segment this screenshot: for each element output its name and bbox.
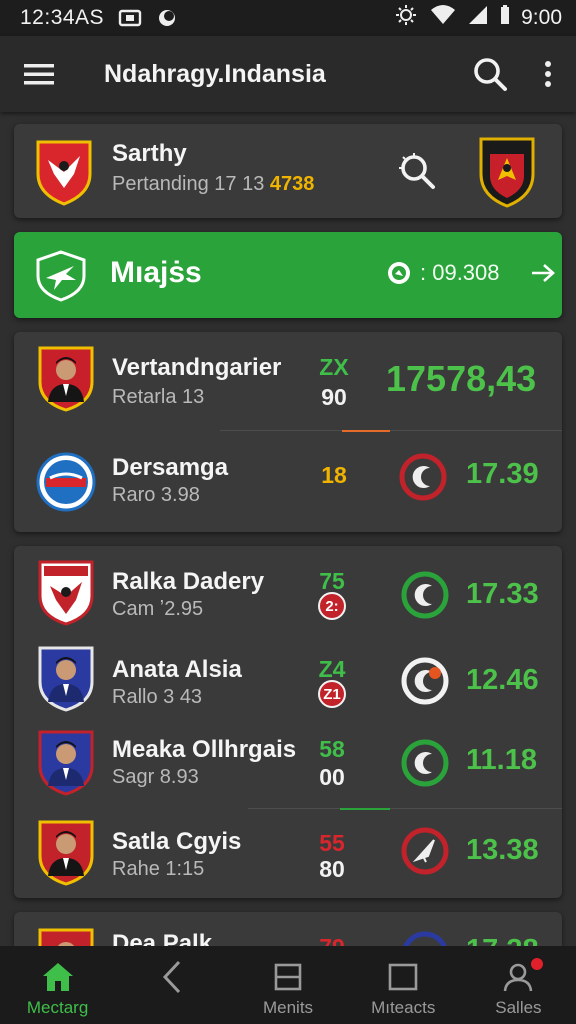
banner-title: Mıajṡs — [110, 256, 202, 289]
row-divider-accent — [340, 808, 390, 810]
banner-plane-icon — [34, 250, 88, 307]
nav-label-menits: Menits — [262, 998, 314, 1017]
status-time: 12:34AS — [20, 6, 105, 29]
row-divider — [220, 430, 562, 431]
nav-item-menits[interactable]: Menits — [230, 946, 345, 1024]
hamburger-menu-icon[interactable] — [24, 62, 54, 86]
notification-dot — [528, 956, 545, 972]
row-team-name: Dersamga — [112, 454, 229, 481]
row-player-sub: Rallo 3 43 — [112, 686, 203, 708]
player-crest-icon — [36, 644, 96, 712]
nav-label-salles: Salles — [495, 998, 542, 1017]
app-bar: Ndahragy.Indansia — [0, 36, 576, 112]
square-icon — [388, 960, 418, 994]
featured-team-highlight: 4738 — [269, 173, 315, 195]
panel-icon — [274, 960, 302, 994]
signal-icon — [467, 4, 489, 32]
more-vert-icon[interactable] — [544, 60, 552, 88]
sync-icon — [156, 7, 178, 29]
row-player-sub: Rahe 1:15 — [112, 858, 205, 880]
row-rank-badge: 2: — [318, 592, 346, 620]
row-player-name: Anata Alsia — [112, 656, 242, 683]
row-team-sub: Raro 3.98 — [112, 484, 200, 506]
player-crest-icon — [36, 818, 96, 886]
team-crest-round-icon — [36, 448, 96, 516]
row-top-stat: 75 — [319, 568, 345, 594]
screenshot-icon — [118, 8, 142, 28]
row-divider-accent — [342, 430, 390, 432]
standings-card-2: Ralka Dadery Cam ʼ2.95 75 2: 17.33 Anata… — [14, 546, 562, 898]
nav-item-salles[interactable]: Salles — [461, 946, 576, 1024]
row-top-stat: 55 — [319, 830, 345, 856]
app-screen: 12:34AS 9:00 Ndahragy.Indansia Sarthy Pe… — [0, 0, 576, 1024]
status-ring-icon — [400, 826, 450, 876]
row-score: 17.39 — [466, 458, 539, 490]
status-bar: 12:34AS 9:00 — [0, 0, 576, 36]
standings-card-1: Vertandngarier Retarla 13 ZX 90 17578,43… — [14, 332, 562, 532]
featured-team-sub: Pertanding 17 13 4738 — [112, 173, 314, 196]
featured-team-name: Sarthy — [112, 140, 187, 167]
nav-label-home: Mectarg — [26, 998, 89, 1017]
row-bottom-stat: 80 — [319, 856, 345, 882]
team-crest-eagle-icon — [34, 138, 94, 206]
row-player-name: Satla Cgyis — [112, 828, 242, 855]
nav-item-home[interactable]: Mectarg — [0, 946, 115, 1024]
row-top-stat: 58 — [319, 736, 345, 762]
app-title: Ndahragy.Indansia — [104, 59, 326, 88]
row-score: 13.38 — [466, 834, 539, 866]
banner-value: : 09.308 — [386, 260, 556, 286]
row-player-name: Meaka Ollhrgais — [112, 736, 297, 763]
featured-team-card[interactable]: Sarthy Pertanding 17 13 4738 — [14, 124, 562, 218]
brightness-icon — [393, 4, 419, 32]
nav-item-back[interactable] — [115, 946, 230, 1024]
status-ring-icon — [400, 656, 450, 706]
featured-team-sub-text: Pertanding 17 13 — [112, 173, 270, 195]
row-rank-badge: Z1 — [318, 680, 346, 708]
row-score: 12.46 — [466, 664, 539, 696]
row-score: 11.18 — [466, 744, 537, 776]
banner-value-text: : 09.308 — [420, 260, 500, 285]
row-team-name: Vertandngarier — [112, 354, 282, 381]
battery-text: 9:00 — [521, 6, 562, 29]
row-bottom-stat: 00 — [319, 764, 345, 790]
arrow-right-icon[interactable] — [530, 263, 556, 283]
nav-item-contacts[interactable]: Mıteacts — [346, 946, 461, 1024]
highlight-banner[interactable]: Mıajṡs : 09.308 — [14, 232, 562, 318]
battery-icon — [499, 4, 511, 32]
search-icon[interactable] — [472, 56, 508, 92]
row-score: 17.33 — [466, 578, 539, 610]
wifi-icon — [429, 4, 457, 32]
status-ring-icon — [400, 738, 450, 788]
status-right: 9:00 — [393, 4, 562, 32]
row-score: 17578,43 — [386, 358, 537, 399]
row-team-sub: Retarla 13 — [112, 386, 205, 408]
back-chevron-icon — [159, 960, 187, 994]
banner-clock-icon — [386, 260, 412, 286]
card-search-icon[interactable] — [398, 152, 438, 197]
row-player-sub: Sagr 8.93 — [112, 766, 199, 788]
row-top-stat: ZX — [319, 354, 349, 380]
row-top-stat: Z4 — [318, 656, 346, 682]
nav-label-contacts: Mıteacts — [371, 998, 436, 1017]
opponent-crest-icon — [478, 136, 536, 208]
row-divider — [248, 808, 562, 809]
status-ring-icon — [398, 452, 448, 502]
bottom-navigation: Mectarg Menits Mıteacts Salles — [0, 946, 576, 1024]
row-bottom-stat: 90 — [321, 384, 347, 410]
row-top-stat: 18 — [321, 462, 347, 488]
status-ring-icon — [400, 570, 450, 620]
player-crest-icon — [36, 344, 96, 412]
home-icon — [41, 960, 75, 994]
app-bar-actions — [472, 56, 552, 92]
row-player-name: Ralka Dadery — [112, 568, 265, 595]
team-crest-eagle-icon — [36, 558, 96, 626]
row-player-sub: Cam ʼ2.95 — [112, 598, 204, 620]
player-crest-icon — [36, 728, 96, 796]
